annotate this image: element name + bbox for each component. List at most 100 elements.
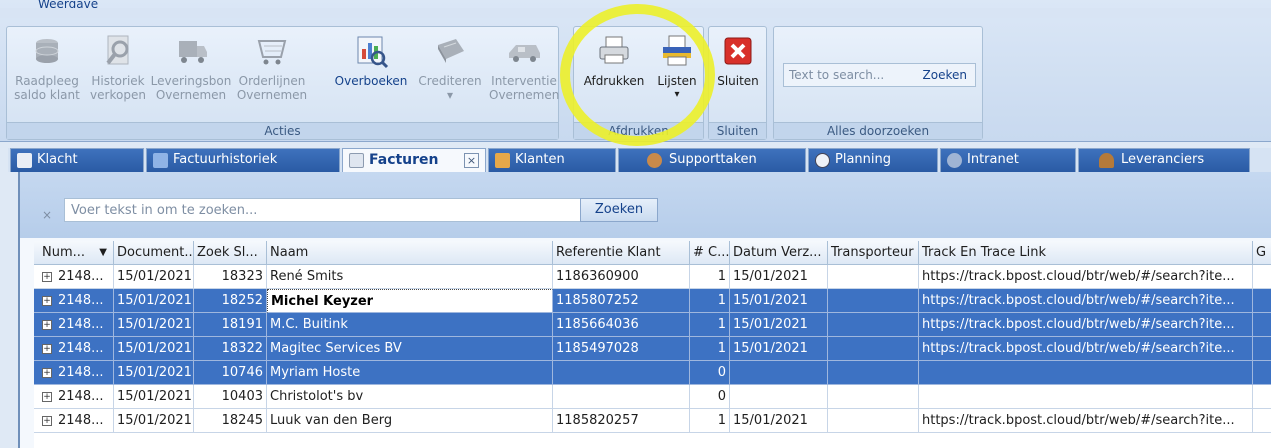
cell-datum[interactable]: 15/01/2021: [730, 265, 828, 289]
cell-link[interactable]: [919, 385, 1253, 409]
tab-klacht[interactable]: Klacht: [10, 148, 144, 172]
expand-icon[interactable]: +: [42, 343, 52, 354]
cell-naam[interactable]: Michel Keyzer: [267, 289, 553, 313]
cell-g[interactable]: [1253, 265, 1271, 289]
col-g[interactable]: G: [1253, 241, 1271, 265]
cell-naam[interactable]: René Smits: [267, 265, 553, 289]
sluiten-button[interactable]: Sluiten: [711, 29, 765, 119]
col-num[interactable]: Num... ▼: [34, 241, 114, 265]
tab-planning[interactable]: Planning: [808, 148, 938, 172]
close-tab-icon[interactable]: ×: [464, 153, 479, 168]
cell-c[interactable]: 0: [690, 361, 730, 385]
tab-intranet[interactable]: Intranet: [940, 148, 1076, 172]
cell-doc[interactable]: 15/01/2021: [114, 361, 194, 385]
cell-ref[interactable]: [553, 361, 690, 385]
global-search-button[interactable]: Zoeken: [923, 68, 967, 82]
overboeken-button[interactable]: Overboeken: [331, 29, 411, 119]
filter-search-button[interactable]: Zoeken: [580, 198, 658, 222]
cell-transp[interactable]: [828, 385, 919, 409]
tab-leveranciers[interactable]: Leveranciers: [1078, 148, 1250, 172]
cell-g[interactable]: [1253, 361, 1271, 385]
cell-g[interactable]: [1253, 409, 1271, 433]
cell-c[interactable]: 1: [690, 313, 730, 337]
cell-num[interactable]: +2148...: [34, 385, 114, 409]
col-transporteur[interactable]: Transporteur: [828, 241, 919, 265]
cell-datum[interactable]: 15/01/2021: [730, 409, 828, 433]
cell-transp[interactable]: [828, 289, 919, 313]
cell-naam[interactable]: Luuk van den Berg: [267, 409, 553, 433]
cell-ref[interactable]: 1186360900: [553, 265, 690, 289]
cell-ref[interactable]: 1185820257: [553, 409, 690, 433]
cell-doc[interactable]: 15/01/2021: [114, 337, 194, 361]
tab-factuurhistoriek[interactable]: Factuurhistoriek: [146, 148, 340, 172]
expand-icon[interactable]: +: [42, 271, 52, 282]
cell-c[interactable]: 0: [690, 385, 730, 409]
cell-link[interactable]: https://track.bpost.cloud/btr/web/#/sear…: [919, 409, 1253, 433]
tab-facturen[interactable]: Facturen ×: [342, 148, 486, 172]
col-document[interactable]: Document...: [114, 241, 194, 265]
cell-zoek[interactable]: 18323: [194, 265, 267, 289]
tab-klanten[interactable]: Klanten: [488, 148, 616, 172]
cell-zoek[interactable]: 18322: [194, 337, 267, 361]
global-search-input[interactable]: Text to search...: [789, 68, 884, 82]
cell-link[interactable]: https://track.bpost.cloud/btr/web/#/sear…: [919, 337, 1253, 361]
tab-supporttaken[interactable]: Supporttaken: [618, 148, 806, 172]
cell-num[interactable]: +2148...: [34, 361, 114, 385]
cell-num[interactable]: +2148...: [34, 313, 114, 337]
table-row[interactable]: +2148... 15/01/2021 18323 René Smits 1186360…: [34, 265, 1271, 289]
crediteren-button[interactable]: Crediteren ▾: [413, 29, 487, 119]
cell-zoek[interactable]: 18245: [194, 409, 267, 433]
cell-g[interactable]: [1253, 385, 1271, 409]
cell-doc[interactable]: 15/01/2021: [114, 409, 194, 433]
historiek-verkopen-button[interactable]: Historiek verkopen: [87, 29, 149, 119]
interventie-overnemen-button[interactable]: Interventie Overnemen: [489, 29, 559, 119]
cell-transp[interactable]: [828, 337, 919, 361]
expand-icon[interactable]: +: [42, 295, 52, 306]
cell-transp[interactable]: [828, 409, 919, 433]
cell-zoek[interactable]: 10746: [194, 361, 267, 385]
cell-g[interactable]: [1253, 337, 1271, 361]
table-row[interactable]: +2148... 15/01/2021 10746 Myriam Hoste 0: [34, 361, 1271, 385]
cell-link[interactable]: https://track.bpost.cloud/btr/web/#/sear…: [919, 289, 1253, 313]
col-datum[interactable]: Datum Verz...: [730, 241, 828, 265]
col-track-link[interactable]: Track En Trace Link: [919, 241, 1253, 265]
cell-doc[interactable]: 15/01/2021: [114, 289, 194, 313]
cell-datum[interactable]: [730, 385, 828, 409]
clear-filter-icon[interactable]: ×: [42, 208, 52, 222]
cell-transp[interactable]: [828, 313, 919, 337]
cell-doc[interactable]: 15/01/2021: [114, 385, 194, 409]
col-naam[interactable]: Naam: [267, 241, 553, 265]
cell-link[interactable]: [919, 361, 1253, 385]
cell-zoek[interactable]: 10403: [194, 385, 267, 409]
cell-datum[interactable]: 15/01/2021: [730, 289, 828, 313]
cell-naam[interactable]: Myriam Hoste: [267, 361, 553, 385]
leveringsbon-overnemen-button[interactable]: Leveringsbon Overnemen: [149, 29, 233, 119]
cell-c[interactable]: 1: [690, 265, 730, 289]
table-row[interactable]: +2148... 15/01/2021 18245 Luuk van den Berg…: [34, 409, 1271, 433]
filter-search-input[interactable]: Voer tekst in om te zoeken...: [64, 198, 582, 222]
cell-transp[interactable]: [828, 361, 919, 385]
cell-ref[interactable]: 1185807252: [553, 289, 690, 313]
global-search-box[interactable]: Text to search... Zoeken: [783, 63, 976, 87]
col-zoek[interactable]: Zoek Sl...: [194, 241, 267, 265]
cell-g[interactable]: [1253, 289, 1271, 313]
cell-ref[interactable]: [553, 385, 690, 409]
cell-c[interactable]: 1: [690, 289, 730, 313]
cell-c[interactable]: 1: [690, 409, 730, 433]
cell-datum[interactable]: 15/01/2021: [730, 337, 828, 361]
col-referentie[interactable]: Referentie Klant: [553, 241, 690, 265]
cell-zoek[interactable]: 18191: [194, 313, 267, 337]
table-row[interactable]: +2148... 15/01/2021 18191 M.C. Buitink 11856…: [34, 313, 1271, 337]
cell-num[interactable]: +2148...: [34, 409, 114, 433]
expand-icon[interactable]: +: [42, 415, 52, 426]
col-c[interactable]: # C...: [690, 241, 730, 265]
raadpleeg-saldo-button[interactable]: Raadpleeg saldo klant: [9, 29, 85, 119]
cell-naam[interactable]: Christolot's bv: [267, 385, 553, 409]
cell-doc[interactable]: 15/01/2021: [114, 265, 194, 289]
cell-link[interactable]: https://track.bpost.cloud/btr/web/#/sear…: [919, 313, 1253, 337]
expand-icon[interactable]: +: [42, 319, 52, 330]
orderlijnen-overnemen-button[interactable]: Orderlijnen Overnemen: [233, 29, 311, 119]
cell-datum[interactable]: 15/01/2021: [730, 313, 828, 337]
cell-g[interactable]: [1253, 313, 1271, 337]
cell-c[interactable]: 1: [690, 337, 730, 361]
